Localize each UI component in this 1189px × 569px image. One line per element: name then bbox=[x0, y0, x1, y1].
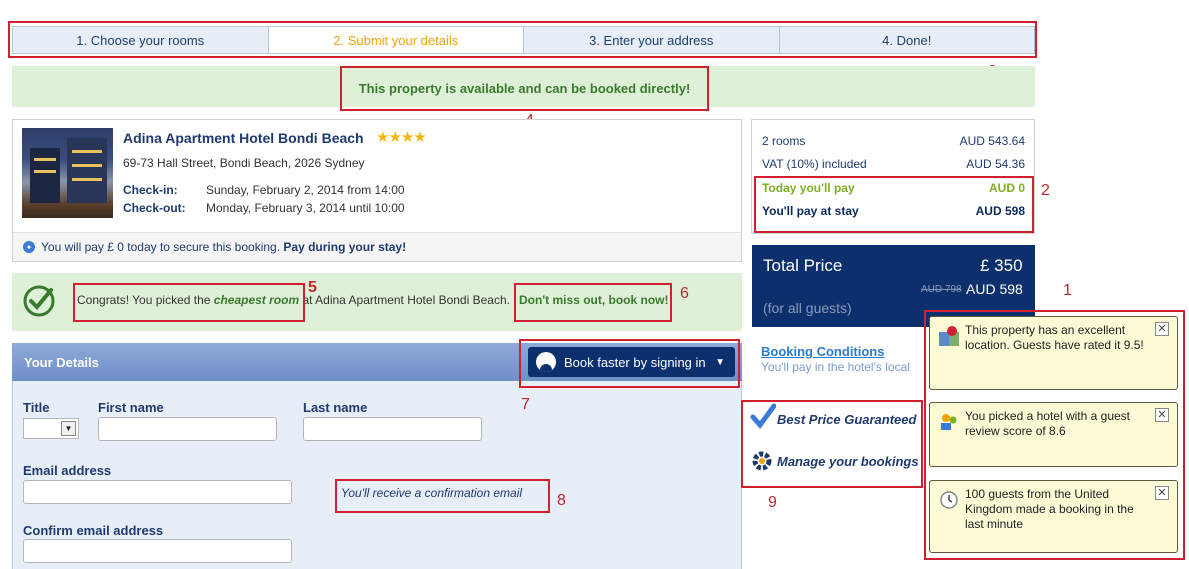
check-badge-icon bbox=[23, 285, 55, 317]
close-icon[interactable]: ✕ bbox=[1155, 322, 1169, 336]
vat-label: VAT (10%) included bbox=[762, 157, 867, 171]
close-icon[interactable]: ✕ bbox=[1155, 408, 1169, 422]
total-sub: (for all guests) bbox=[763, 300, 852, 316]
dropdown-arrow-icon: ▼ bbox=[61, 421, 76, 436]
title-label: Title bbox=[23, 400, 50, 415]
marker-1: 1 bbox=[1063, 282, 1072, 299]
info-icon: ✦ bbox=[23, 241, 35, 253]
recent-bookings-note: 100 guests from the United Kingdom made … bbox=[929, 480, 1178, 553]
clock-icon bbox=[940, 491, 958, 509]
rooms-value: AUD 543.64 bbox=[959, 134, 1025, 148]
close-icon[interactable]: ✕ bbox=[1155, 486, 1169, 500]
marker-7: 7 bbox=[521, 396, 530, 413]
title-select[interactable]: ▼ bbox=[23, 418, 79, 439]
rooms-label: 2 rooms bbox=[762, 134, 806, 148]
vat-row: VAT (10%) included AUD 54.36 bbox=[762, 157, 1025, 171]
location-note-text: This property has an excellent location.… bbox=[965, 323, 1144, 352]
vat-value: AUD 54.36 bbox=[966, 157, 1025, 171]
map-pin-icon bbox=[939, 326, 959, 346]
marker-6: 6 bbox=[680, 285, 689, 302]
checkout-label: Check-out: bbox=[123, 201, 186, 215]
pay-note: ✦ You will pay £ 0 today to secure this … bbox=[13, 232, 741, 261]
last-name-label: Last name bbox=[303, 400, 368, 415]
highlight-box-9 bbox=[741, 400, 923, 488]
total-aud: AUD 598 bbox=[966, 281, 1023, 297]
review-note: You picked a hotel with a guest review s… bbox=[929, 402, 1178, 467]
marker-2: 2 bbox=[1041, 182, 1050, 199]
details-title: Your Details bbox=[24, 355, 99, 370]
highlight-box-8 bbox=[335, 479, 550, 513]
rooms-row: 2 rooms AUD 543.64 bbox=[762, 134, 1025, 148]
congrats-suffix: at Adina Apartment Hotel Bondi Beach. bbox=[302, 293, 510, 307]
highlight-box-5 bbox=[73, 283, 305, 322]
highlight-box-7 bbox=[519, 339, 740, 388]
checkin-label: Check-in: bbox=[123, 183, 178, 197]
availability-text: This property is available and can be bo… bbox=[340, 66, 709, 111]
old-price: AUD 798 bbox=[921, 284, 962, 295]
first-name-label: First name bbox=[98, 400, 164, 415]
confirm-email-label: Confirm email address bbox=[23, 523, 164, 538]
email-input[interactable] bbox=[23, 480, 292, 504]
first-name-input[interactable] bbox=[98, 417, 277, 441]
booking-conditions-link[interactable]: Booking Conditions bbox=[761, 344, 884, 359]
hotel-photo[interactable] bbox=[22, 128, 113, 218]
confirm-email-input[interactable] bbox=[23, 539, 292, 563]
recent-bookings-text: 100 guests from the United Kingdom made … bbox=[965, 487, 1134, 531]
marker-9: 9 bbox=[768, 494, 777, 511]
highlight-box-2 bbox=[754, 176, 1034, 233]
checkin-value: Sunday, February 2, 2014 from 14:00 bbox=[206, 183, 405, 197]
highlight-box-3 bbox=[8, 21, 1037, 58]
checkout-value: Monday, February 3, 2014 until 10:00 bbox=[206, 201, 405, 215]
marker-5: 5 bbox=[308, 279, 317, 296]
hotel-address: 69-73 Hall Street, Bondi Beach, 2026 Syd… bbox=[123, 156, 365, 170]
email-label: Email address bbox=[23, 463, 112, 478]
location-note: This property has an excellent location.… bbox=[929, 316, 1178, 390]
users-icon bbox=[941, 414, 957, 430]
booking-note: You'll pay in the hotel's local bbox=[761, 360, 910, 374]
highlight-box-6 bbox=[514, 283, 672, 322]
hotel-name[interactable]: Adina Apartment Hotel Bondi Beach bbox=[123, 130, 364, 146]
total-label: Total Price bbox=[763, 256, 843, 275]
star-rating: ★★★★ bbox=[376, 129, 427, 146]
last-name-input[interactable] bbox=[303, 417, 482, 441]
total-value: £ 350 bbox=[980, 256, 1023, 275]
marker-8: 8 bbox=[557, 492, 566, 509]
pay-note-text: You will pay £ 0 today to secure this bo… bbox=[41, 240, 281, 254]
pay-note-bold: Pay during your stay! bbox=[283, 240, 407, 254]
review-note-text: You picked a hotel with a guest review s… bbox=[965, 409, 1131, 438]
